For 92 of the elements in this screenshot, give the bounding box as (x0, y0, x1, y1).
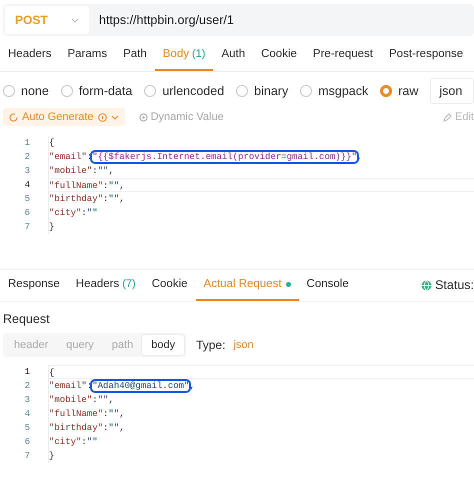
code-text: "fullName" (49, 181, 104, 191)
line-number: 2 (24, 380, 30, 394)
code-text: , (119, 423, 125, 434)
tab[interactable]: Auth (213, 40, 254, 71)
code-text: "city" (49, 437, 82, 448)
tab[interactable]: Response (0, 270, 68, 301)
radio-button[interactable] (236, 85, 248, 97)
eye-icon (138, 112, 148, 122)
code-text: : (103, 423, 108, 434)
tab[interactable]: Params (59, 40, 116, 71)
code-text: "" (98, 395, 108, 406)
line-number: 4 (24, 408, 30, 422)
code-text: , (119, 194, 125, 204)
segment-tab[interactable]: body (142, 334, 184, 356)
code-text: } (49, 451, 54, 462)
radio-label[interactable]: none (21, 82, 49, 100)
radio-label[interactable]: msgpack (318, 82, 368, 100)
code-text: { (49, 138, 54, 148)
radio-label[interactable]: binary (254, 82, 288, 100)
code-text: : (86, 381, 92, 392)
code-text: "fullName" (49, 409, 104, 420)
tab[interactable]: Headers (7) (68, 270, 144, 301)
code-text: : (103, 194, 108, 204)
code-text: { (49, 368, 54, 378)
code-text: : (86, 152, 92, 162)
line-number: 7 (24, 221, 30, 234)
refresh-icon (9, 112, 18, 122)
line-number: 1 (24, 366, 30, 380)
code-text: : (81, 437, 87, 448)
code-text: "" (86, 208, 98, 218)
radio-button[interactable] (380, 85, 392, 97)
tab[interactable]: Cookie (253, 40, 305, 71)
globe-icon (421, 280, 432, 291)
tab[interactable]: Post-response (381, 40, 472, 71)
help-icon (98, 112, 107, 122)
code-text: "email" (49, 152, 87, 162)
tab[interactable]: Pre-request (304, 40, 382, 71)
code-text: "birthday" (49, 194, 104, 204)
code-text: "birthday" (49, 423, 104, 434)
code-text: } (49, 222, 54, 232)
format-dropdown[interactable]: json (430, 78, 474, 104)
status-label: Status: (435, 277, 474, 294)
tab[interactable]: Cookie (144, 270, 196, 301)
code-text: "" (108, 194, 120, 204)
line-number: 5 (24, 193, 30, 206)
radio-button[interactable] (60, 85, 73, 97)
radio-label[interactable]: form-data (78, 82, 132, 100)
type-value: json (233, 338, 254, 353)
code-text: "mobile" (49, 395, 92, 406)
edit-icon (443, 112, 452, 122)
line-number: 7 (24, 450, 30, 464)
code-text: "" (98, 166, 108, 176)
line-number: 6 (24, 436, 30, 450)
code-text: : (103, 181, 108, 191)
tab[interactable]: Console (298, 270, 357, 301)
code-text: , (119, 409, 125, 420)
radio-label[interactable]: urlencoded (162, 82, 224, 100)
code-text: "" (108, 423, 120, 434)
line-number: 5 (24, 422, 30, 436)
url-field[interactable]: https://httpbin.org/user/1 (89, 10, 234, 30)
type-label: Type: (196, 337, 226, 354)
line-number: 6 (24, 207, 30, 220)
code-text: : (92, 166, 98, 176)
code-text: "" (86, 437, 98, 448)
code-text: "mobile" (49, 166, 92, 176)
code-text: "" (108, 409, 120, 420)
tab[interactable]: Headers (0, 40, 60, 71)
chevron-down-icon (71, 18, 79, 22)
code-text: , (108, 395, 114, 406)
tab[interactable]: Path (115, 40, 155, 71)
code-text: , (108, 166, 114, 176)
line-number: 3 (24, 165, 30, 178)
radio-button[interactable] (300, 85, 312, 97)
line-number: 3 (24, 394, 30, 408)
line-number: 4 (24, 179, 30, 192)
radio-button[interactable] (3, 85, 15, 97)
code-text: "" (108, 181, 120, 191)
code-text: : (103, 409, 108, 420)
code-text: , (119, 181, 125, 191)
chevron-down-icon (110, 114, 119, 120)
highlighted-code: "{{$fakerjs.Internet.email(provider=gmail.com)}}" (92, 152, 357, 162)
highlighted-code: "Adah40@gmail.com" (92, 381, 190, 392)
code-text: "email" (49, 381, 87, 392)
radio-button[interactable] (144, 85, 156, 97)
radio-label[interactable]: raw (398, 82, 418, 100)
code-text: , (189, 381, 195, 392)
line-number: 2 (24, 151, 30, 164)
section-title: Request (3, 311, 51, 328)
code-text: : (81, 208, 87, 218)
line-number: 1 (24, 137, 30, 150)
code-text: "city" (49, 208, 82, 218)
code-text: : (92, 395, 98, 406)
